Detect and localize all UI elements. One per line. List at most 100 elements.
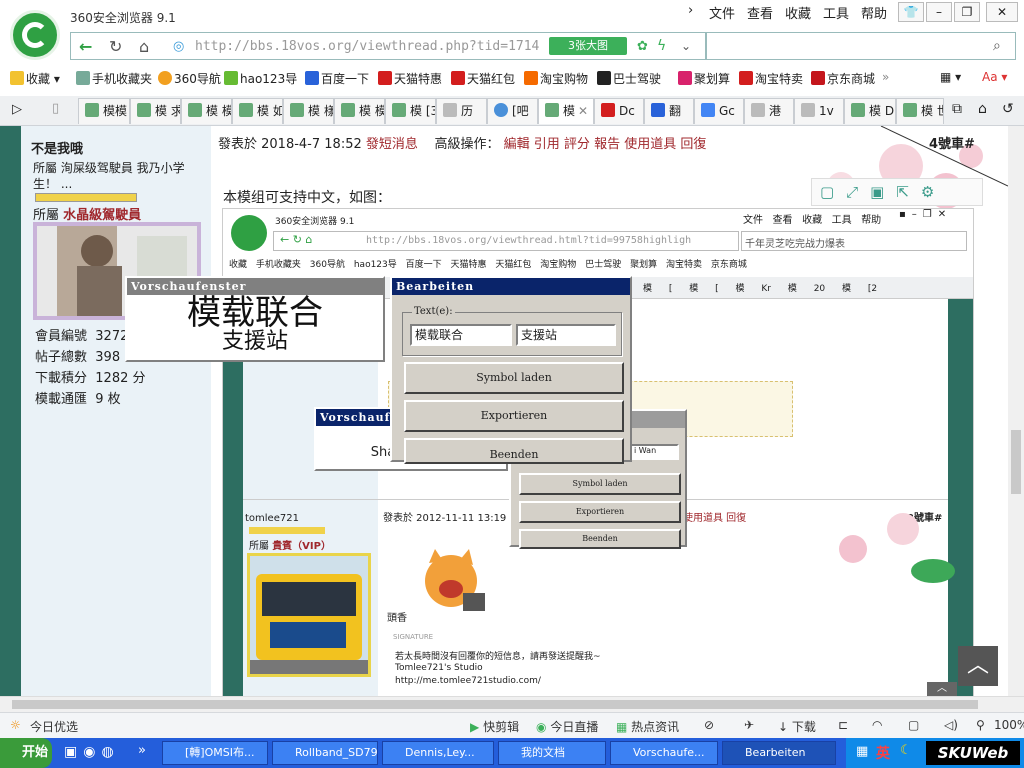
- bookmark-item[interactable]: 手机收藏夹: [76, 70, 152, 87]
- maximize-button[interactable]: ❐: [954, 2, 980, 22]
- action-use-tool[interactable]: 使用道具: [624, 137, 676, 152]
- tab[interactable]: Dc: [594, 98, 644, 124]
- tool-icon[interactable]: ⊘: [704, 718, 714, 732]
- bookmark-item[interactable]: 京东商城: [811, 70, 875, 87]
- shirt-icon[interactable]: 👕: [898, 2, 924, 22]
- undo-icon[interactable]: ↺: [1002, 101, 1014, 117]
- action-reply[interactable]: 回復: [680, 137, 706, 152]
- pin-icon[interactable]: ✈: [744, 718, 754, 732]
- sidebar-toggle-icon[interactable]: ▷: [12, 102, 22, 117]
- tab[interactable]: [吧: [487, 98, 538, 124]
- back-icon[interactable]: ←: [79, 37, 92, 56]
- tab[interactable]: Gc: [694, 98, 744, 124]
- address-bar[interactable]: ← ↻ ⌂ ◎ http://bbs.18vos.org/viewthread.…: [70, 32, 706, 60]
- tab[interactable]: 模 模: [181, 98, 232, 124]
- task-omsi[interactable]: [轉]OMSI布...: [162, 741, 268, 765]
- speed-icon[interactable]: ✿: [637, 39, 648, 54]
- home-icon[interactable]: ⌂: [139, 37, 149, 56]
- action-quote[interactable]: 引用: [534, 137, 560, 152]
- grid-icon[interactable]: ▦: [856, 744, 868, 759]
- bookmark-item[interactable]: 巴士驾驶: [597, 70, 661, 87]
- live-button[interactable]: ◉ 今日直播: [536, 718, 598, 735]
- search-icon[interactable]: ⌕: [993, 38, 1001, 54]
- menu-view[interactable]: 查看: [747, 3, 773, 22]
- today-picks[interactable]: 今日优选: [30, 718, 78, 735]
- tab-active[interactable]: 模 ✕: [538, 98, 594, 124]
- bookmark-favorites[interactable]: 收藏 ▾: [10, 70, 60, 87]
- tab-list-icon[interactable]: ⧉: [952, 101, 962, 117]
- vertical-scrollbar[interactable]: [1008, 126, 1024, 696]
- translate-icon[interactable]: Aa ▾: [982, 70, 1007, 84]
- horizontal-scrollbar[interactable]: [0, 696, 1024, 712]
- close-button[interactable]: ✕: [986, 2, 1018, 22]
- chevron-down-icon[interactable]: ⌄: [681, 39, 691, 53]
- window-icon[interactable]: ▢: [908, 718, 919, 732]
- tab[interactable]: 翻: [644, 98, 694, 124]
- tab[interactable]: 模 求: [130, 98, 181, 124]
- tab[interactable]: 模 世: [896, 98, 944, 124]
- task-bearbeiten[interactable]: Bearbeiten: [722, 741, 836, 765]
- exportieren-button[interactable]: Exportieren: [404, 400, 624, 432]
- speed-icon[interactable]: ◠: [872, 718, 882, 732]
- big-image-button[interactable]: 3张大图: [549, 37, 627, 55]
- ime-indicator[interactable]: 英: [876, 743, 890, 763]
- username[interactable]: 不是我哦: [31, 138, 83, 157]
- task-dennis[interactable]: Dennis,Ley...: [382, 741, 494, 765]
- tab[interactable]: 1v: [794, 98, 844, 124]
- bookmark-item[interactable]: 百度一下: [305, 70, 369, 87]
- image-toolbar[interactable]: ▢⤢▣⇱⚙: [811, 178, 983, 206]
- phone-icon[interactable]: ▯: [52, 101, 59, 116]
- apps-icon[interactable]: ▦ ▾: [940, 70, 961, 84]
- start-button[interactable]: 开始: [0, 738, 52, 768]
- text-field-1[interactable]: 模载联合: [410, 324, 512, 346]
- lightning-icon[interactable]: ϟ: [657, 38, 666, 54]
- edit-dialog[interactable]: Bearbeiten Text(e): 模载联合 支援站 Symbol lade…: [390, 276, 632, 464]
- bookmark-item[interactable]: 淘宝特卖: [739, 70, 803, 87]
- more-icon[interactable]: »: [882, 70, 889, 84]
- tab[interactable]: 港: [744, 98, 794, 124]
- tab[interactable]: 模 模: [334, 98, 385, 124]
- action-rate[interactable]: 評分: [564, 137, 590, 152]
- edit-dialog-title[interactable]: Bearbeiten: [392, 278, 630, 295]
- scroll-up-icon[interactable]: ︿: [927, 682, 957, 696]
- menu-tools[interactable]: 工具: [823, 3, 849, 22]
- browser-logo-icon[interactable]: [10, 10, 60, 60]
- menu-favorites[interactable]: 收藏: [785, 3, 811, 22]
- restore-tab-icon[interactable]: ⌂: [978, 101, 987, 117]
- bookmark-item[interactable]: 淘宝购物: [524, 70, 588, 87]
- tab[interactable]: 模 DE: [844, 98, 896, 124]
- more-icon[interactable]: »: [138, 743, 146, 758]
- text-field-2[interactable]: 支援站: [516, 324, 616, 346]
- bookmark-item[interactable]: 聚划算: [678, 70, 730, 87]
- menu-file[interactable]: 文件: [709, 3, 735, 22]
- action-report[interactable]: 報告: [594, 137, 620, 152]
- url-text[interactable]: http://bbs.18vos.org/viewthread.php?tid=…: [195, 39, 539, 54]
- task-vorschau[interactable]: Vorschaufe...: [610, 741, 718, 765]
- tab[interactable]: 模 樣: [283, 98, 334, 124]
- action-edit[interactable]: 編輯: [504, 137, 530, 152]
- minimize-button[interactable]: –: [926, 2, 952, 22]
- task-documents[interactable]: 我的文档: [498, 741, 606, 765]
- tab[interactable]: 模模: [78, 98, 130, 124]
- tab[interactable]: 模 如: [232, 98, 283, 124]
- task-rollband[interactable]: Rollband_SD79: [272, 741, 378, 765]
- bookmark-item[interactable]: 360导航: [158, 70, 221, 87]
- back-to-top-button[interactable]: ︿: [958, 646, 998, 686]
- chevron-right-icon[interactable]: ›: [688, 3, 693, 18]
- tab[interactable]: 历: [436, 98, 487, 124]
- scrollbar-thumb[interactable]: [1011, 430, 1021, 494]
- volume-icon[interactable]: ◁): [944, 718, 958, 732]
- news-button[interactable]: ▦ 热点资讯: [616, 718, 679, 735]
- bookmark-item[interactable]: 天猫红包: [451, 70, 515, 87]
- symbol-laden-button[interactable]: Symbol laden: [404, 362, 624, 394]
- bookmark-item[interactable]: 天猫特惠: [378, 70, 442, 87]
- quick-launch-icons[interactable]: ▣◉◍: [64, 744, 120, 760]
- moon-icon[interactable]: ☾: [900, 743, 912, 758]
- beenden-button[interactable]: Beenden: [404, 438, 624, 464]
- zoom-icon[interactable]: ⚲: [976, 718, 985, 732]
- tab[interactable]: 模 [3: [385, 98, 436, 124]
- refresh-icon[interactable]: ↻: [109, 37, 122, 56]
- send-message-link[interactable]: 發短消息: [366, 137, 418, 152]
- preview-window[interactable]: Vorschaufenster 模载联合 支援站: [125, 276, 385, 362]
- scrollbar-thumb[interactable]: [12, 700, 978, 709]
